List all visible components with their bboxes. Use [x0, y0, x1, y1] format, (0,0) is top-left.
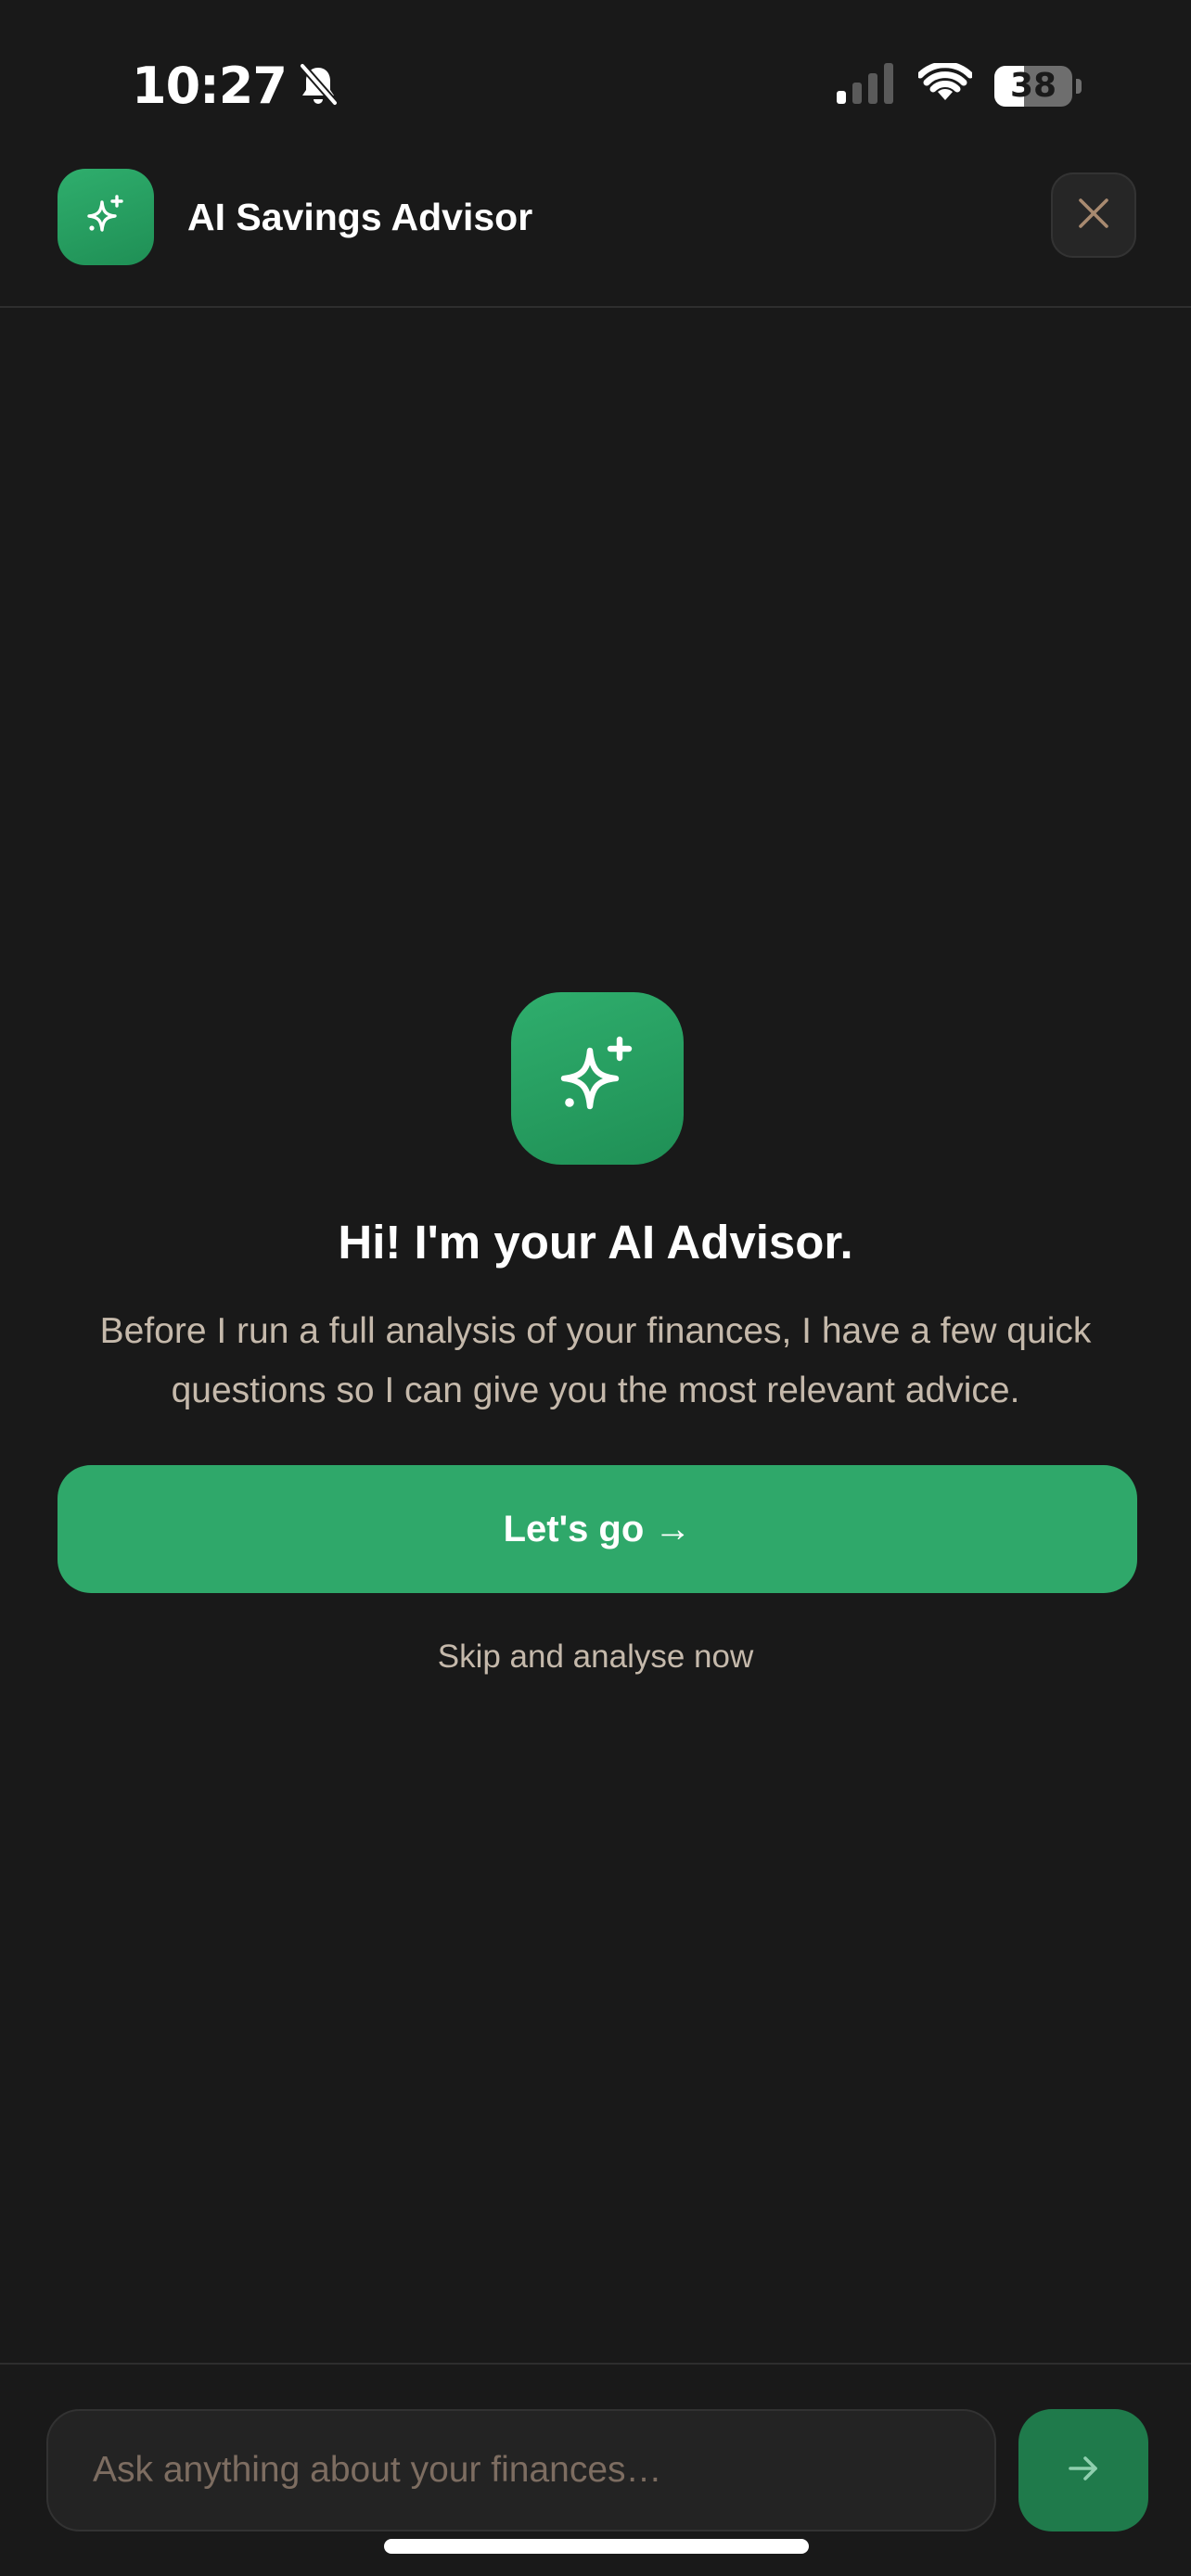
cellular-signal-icon: [837, 63, 896, 108]
chat-input[interactable]: [46, 2409, 996, 2531]
header-title: AI Savings Advisor: [187, 196, 533, 238]
skip-and-analyse-link[interactable]: Skip and analyse now: [0, 1634, 1191, 1680]
sparkles-icon: [553, 1032, 642, 1126]
battery-level: 38: [1009, 67, 1057, 105]
status-bar: 10:27 38: [0, 0, 1191, 163]
close-icon: [1077, 197, 1110, 235]
lets-go-button[interactable]: Let's go →: [58, 1465, 1137, 1593]
advisor-hero-icon: [511, 992, 684, 1165]
arrow-right-icon: [1065, 2450, 1102, 2492]
status-time: 10:27: [132, 57, 288, 115]
send-button[interactable]: [1018, 2409, 1148, 2531]
welcome-title: Hi! I'm your AI Advisor.: [338, 1216, 853, 1269]
app-header: AI Savings Advisor: [0, 163, 1191, 308]
battery-indicator: 38: [994, 65, 1072, 107]
wifi-icon: [916, 61, 974, 108]
status-time-group: 10:27: [132, 56, 339, 117]
bell-slash-icon: [298, 62, 339, 111]
status-indicators: 38: [837, 61, 1082, 108]
battery-cap: [1076, 78, 1082, 94]
advisor-logo: [58, 169, 154, 265]
home-indicator: [384, 2539, 809, 2554]
sparkles-icon: [83, 193, 128, 242]
close-button[interactable]: [1051, 172, 1136, 258]
welcome-description: Before I run a full analysis of your fin…: [99, 1311, 1092, 1410]
